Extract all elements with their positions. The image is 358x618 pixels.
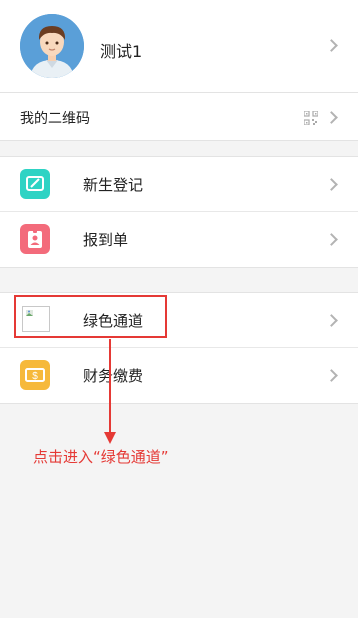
- annotation-highlight-box: [14, 295, 167, 338]
- chevron-right-icon: [325, 369, 338, 382]
- chevron-right-icon: [325, 39, 338, 52]
- annotation-text: 点击进入“绿色通道”: [33, 448, 169, 466]
- chevron-right-icon: [325, 178, 338, 191]
- qr-code-label: 我的二维码: [20, 111, 90, 127]
- money-icon: $: [20, 360, 50, 390]
- menu-item-finance-payment[interactable]: $ 财务缴费: [0, 348, 358, 403]
- menu-item-label: 新生登记: [83, 176, 144, 194]
- badge-icon: [20, 224, 50, 254]
- my-qr-code-row[interactable]: 我的二维码: [0, 93, 358, 141]
- edit-icon: [20, 169, 50, 199]
- menu-item-label: 报到单: [83, 231, 129, 249]
- menu-item-new-student-registration[interactable]: 新生登记: [0, 157, 358, 212]
- svg-text:$: $: [32, 371, 38, 382]
- chevron-right-icon: [325, 111, 338, 124]
- annotation-arrow: [109, 339, 111, 435]
- menu-group-registration: 新生登记 报到单: [0, 156, 358, 268]
- menu-item-label: 财务缴费: [83, 367, 144, 385]
- avatar-illustration-icon: [20, 14, 84, 78]
- chevron-right-icon: [325, 314, 338, 327]
- qr-code-icon: [303, 110, 319, 126]
- chevron-right-icon: [325, 233, 338, 246]
- annotation-arrow-head: [104, 432, 116, 444]
- profile-header[interactable]: 测试1: [0, 0, 358, 93]
- profile-name: 测试1: [100, 42, 143, 61]
- menu-item-report-form[interactable]: 报到单: [0, 212, 358, 267]
- avatar: [20, 14, 84, 78]
